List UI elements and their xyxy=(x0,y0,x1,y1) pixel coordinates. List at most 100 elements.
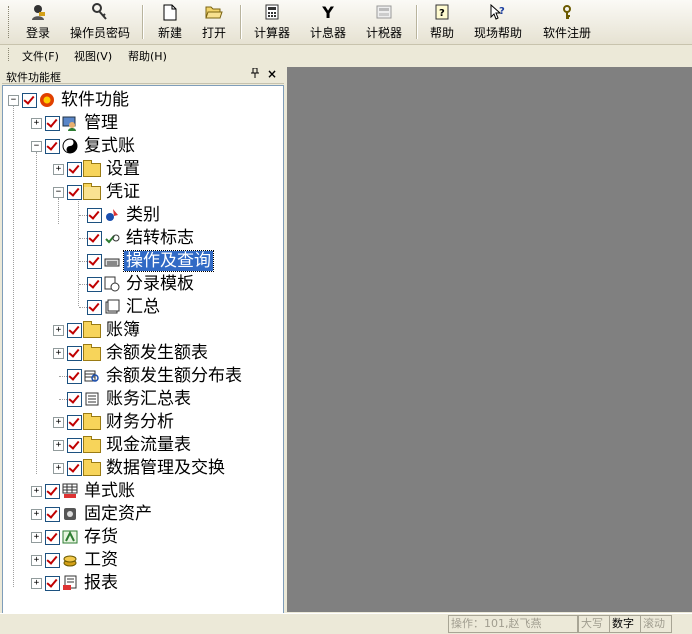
category-icon xyxy=(103,207,121,223)
checkbox[interactable] xyxy=(87,299,102,315)
expand-toggle[interactable]: − xyxy=(53,187,64,198)
checkbox[interactable] xyxy=(67,161,82,177)
expand-toggle[interactable]: − xyxy=(8,95,19,106)
tax-calculator-icon xyxy=(376,2,392,22)
expand-toggle[interactable]: + xyxy=(31,509,42,520)
tree-node-double-entry[interactable]: 复式账 xyxy=(45,135,137,157)
tree-node-settings[interactable]: 设置 xyxy=(67,158,142,180)
tree-node-summary[interactable]: 汇总 xyxy=(87,296,162,318)
folder-icon xyxy=(83,459,101,476)
function-tree: − 软件功能 + 管理 − 复式账 + 设置 − 凭证 类别 结转标志 操作及查… xyxy=(2,85,284,614)
tree-node-account-summary[interactable]: 账务汇总表 xyxy=(67,388,193,410)
checkbox[interactable] xyxy=(45,483,60,499)
new-file-icon xyxy=(163,2,177,22)
yin-yang-icon xyxy=(61,138,79,154)
tree-node-balance-distribution[interactable]: 余额发生额分布表 xyxy=(67,365,244,387)
single-entry-icon xyxy=(61,483,79,499)
tree-connector xyxy=(79,261,87,262)
workspace-area[interactable] xyxy=(287,67,692,612)
tree-node-root[interactable]: 软件功能 xyxy=(22,89,131,111)
checkbox[interactable] xyxy=(45,575,60,591)
checkbox[interactable] xyxy=(45,138,60,154)
expand-toggle[interactable]: + xyxy=(31,486,42,497)
toolbar-separator xyxy=(142,5,143,39)
tree-node-entry-template[interactable]: 分录模板 xyxy=(87,273,196,295)
menu-help[interactable]: 帮助(H) xyxy=(128,48,167,64)
checkbox[interactable] xyxy=(67,345,82,361)
checkbox[interactable] xyxy=(45,115,60,131)
interest-calculator-label: 计息器 xyxy=(309,26,346,40)
menu-file[interactable]: 文件(F) xyxy=(22,48,59,64)
checkbox[interactable] xyxy=(67,322,82,338)
login-button[interactable]: 登录 xyxy=(18,2,58,42)
checkbox[interactable] xyxy=(45,506,60,522)
checkbox[interactable] xyxy=(87,276,102,292)
checkbox[interactable] xyxy=(87,253,102,269)
expand-toggle[interactable]: + xyxy=(53,417,64,428)
expand-toggle[interactable]: + xyxy=(53,348,64,359)
expand-toggle[interactable]: + xyxy=(53,325,64,336)
checkbox[interactable] xyxy=(67,437,82,453)
tree-node-cash-flow[interactable]: 现金流量表 xyxy=(67,434,193,456)
menu-grip[interactable] xyxy=(8,48,9,61)
tax-calculator-button[interactable]: 计税器 xyxy=(360,2,408,42)
register-label: 软件注册 xyxy=(542,26,591,40)
tree-node-salary[interactable]: 工资 xyxy=(45,549,120,571)
report-icon xyxy=(61,575,79,591)
tree-node-ledger[interactable]: 账簿 xyxy=(67,319,142,341)
checkbox[interactable] xyxy=(67,391,82,407)
operator-password-button[interactable]: 操作员密码 xyxy=(64,2,136,42)
pin-icon[interactable] xyxy=(251,67,259,81)
new-button[interactable]: 新建 xyxy=(152,2,188,42)
menu-view[interactable]: 视图(V) xyxy=(74,48,112,64)
tree-node-fixed-assets[interactable]: 固定资产 xyxy=(45,503,154,525)
interest-calculator-button[interactable]: Y 计息器 xyxy=(304,2,352,42)
checkbox[interactable] xyxy=(45,529,60,545)
checkbox[interactable] xyxy=(87,207,102,223)
tree-node-category[interactable]: 类别 xyxy=(87,204,162,226)
expand-toggle[interactable]: − xyxy=(31,141,42,152)
tree-node-single-entry[interactable]: 单式账 xyxy=(45,480,137,502)
tree-node-balance-table[interactable]: 余额发生额表 xyxy=(67,342,210,364)
open-button[interactable]: 打开 xyxy=(196,2,232,42)
tree-node-manage[interactable]: 管理 xyxy=(45,112,120,134)
login-label: 登录 xyxy=(25,26,50,40)
checkbox[interactable] xyxy=(22,92,37,108)
folder-icon xyxy=(83,436,101,453)
tree-node-operate-query[interactable]: 操作及查询 xyxy=(87,250,214,272)
tree-connector xyxy=(79,284,87,285)
register-button[interactable]: 软件注册 xyxy=(538,2,596,42)
keyboard-icon xyxy=(103,253,121,269)
tree-node-data-exchange[interactable]: 数据管理及交换 xyxy=(67,457,227,479)
checkbox[interactable] xyxy=(87,230,102,246)
help-label: 帮助 xyxy=(429,26,454,40)
expand-toggle[interactable]: + xyxy=(53,463,64,474)
tree-node-transfer-flag[interactable]: 结转标志 xyxy=(87,227,196,249)
expand-toggle[interactable]: + xyxy=(53,164,64,175)
tree-connector xyxy=(58,198,59,224)
toolbar-grip[interactable] xyxy=(8,6,11,38)
tree-label: 余额发生额表 xyxy=(106,343,208,363)
checkbox[interactable] xyxy=(67,414,82,430)
expand-toggle[interactable]: + xyxy=(31,555,42,566)
tree-connector xyxy=(59,376,67,377)
tree-node-voucher[interactable]: 凭证 xyxy=(67,181,142,203)
checkbox[interactable] xyxy=(67,184,82,200)
calculator-button[interactable]: 计算器 xyxy=(248,2,296,42)
salary-icon xyxy=(61,552,79,568)
checkbox[interactable] xyxy=(45,552,60,568)
tree-node-reports[interactable]: 报表 xyxy=(45,572,120,594)
expand-toggle[interactable]: + xyxy=(31,532,42,543)
expand-toggle[interactable]: + xyxy=(31,578,42,589)
expand-toggle[interactable]: + xyxy=(53,440,64,451)
close-icon[interactable]: × xyxy=(267,67,277,81)
context-help-button[interactable]: ? 现场帮助 xyxy=(468,2,528,42)
expand-toggle[interactable]: + xyxy=(31,118,42,129)
help-button[interactable]: ? 帮助 xyxy=(424,2,460,42)
tree-node-financial-analysis[interactable]: 财务分析 xyxy=(67,411,176,433)
tree-node-inventory[interactable]: 存货 xyxy=(45,526,120,548)
key-icon xyxy=(91,2,109,22)
menu-bar: 文件(F) 视图(V) 帮助(H) xyxy=(0,45,692,64)
checkbox[interactable] xyxy=(67,460,82,476)
checkbox[interactable] xyxy=(67,368,82,384)
